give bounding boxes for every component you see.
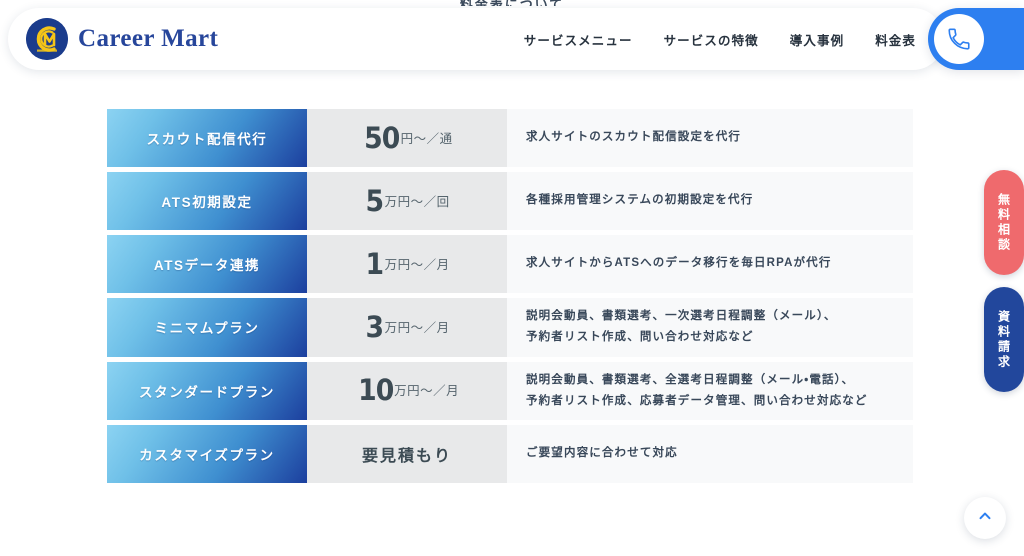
plan-price-cell: 5 万円～／回	[307, 172, 507, 230]
price-unit: 万円～／月	[394, 384, 460, 399]
nav-item-service-menu[interactable]: サービスメニュー	[524, 30, 633, 49]
scroll-to-top-button[interactable]	[964, 497, 1006, 539]
cut-off-heading-sliver: 料金表について	[0, 0, 1024, 6]
description-line: 予約者リスト作成、問い合わせ対応など	[526, 331, 754, 344]
plan-price-cell: 1 万円～／月	[307, 235, 507, 293]
plan-description-cell: 説明会動員、書類選考、一次選考日程調整（メール）、 予約者リスト作成、問い合わせ…	[507, 298, 913, 357]
price-number: 3	[365, 309, 385, 344]
plan-description-cell: 説明会動員、書類選考、全選考日程調整（メール・電話）、 予約者リスト作成、応募者…	[507, 361, 913, 421]
description-line: 各種採用管理システムの初期設定を代行	[526, 194, 754, 207]
table-row: ATS初期設定 5 万円～／回 各種採用管理システムの初期設定を代行	[107, 172, 913, 230]
price-number: 5	[365, 183, 385, 218]
plan-name-cell: スカウト配信代行	[107, 109, 307, 167]
phone-contact-button[interactable]	[928, 8, 1024, 70]
plan-name-cell: カスタマイズプラン	[107, 425, 307, 484]
description-line: 説明会動員、書類選考、一次選考日程調整（メール）、	[526, 310, 837, 322]
description-line: 予約者リスト作成、応募者データ管理、問い合わせ対応など	[526, 394, 868, 407]
description-line: ご要望内容に合わせて対応	[526, 447, 678, 460]
chevron-up-icon	[977, 508, 993, 529]
career-mart-logo-icon	[26, 18, 68, 60]
plan-price-cell: 3 万円～／月	[307, 298, 507, 357]
main-navigation: サービスメニュー サービスの特徴 導入事例 料金表	[524, 30, 922, 49]
free-consultation-tab[interactable]: 無料相談	[984, 170, 1024, 275]
site-header: Career Mart サービスメニュー サービスの特徴 導入事例 料金表	[8, 8, 944, 70]
plan-name-cell: ミニマムプラン	[107, 298, 307, 357]
price-unit: 万円～／月	[384, 320, 450, 335]
plan-name-cell: スタンダードプラン	[107, 361, 307, 421]
plan-price-cell: 要見積もり	[307, 425, 507, 484]
plan-description-cell: 求人サイトからATSへのデータ移行を毎日RPAが代行	[507, 235, 913, 293]
floating-side-tabs: 無料相談 資料請求	[984, 170, 1024, 404]
plan-name-cell: ATS初期設定	[107, 172, 307, 230]
description-line: 求人サイトのスカウト配信設定を代行	[526, 131, 742, 144]
description-line: 説明会動員、書類選考、全選考日程調整（メール・電話）、	[526, 373, 855, 386]
brand-logo-link[interactable]: Career Mart	[26, 18, 218, 60]
document-request-tab[interactable]: 資料請求	[984, 287, 1024, 392]
price-number: 10	[357, 373, 394, 408]
price-unit: 万円～／月	[384, 257, 450, 272]
plan-description-cell: 各種採用管理システムの初期設定を代行	[507, 172, 913, 230]
price-unit: 万円～／回	[384, 194, 450, 209]
phone-icon	[934, 14, 984, 64]
nav-item-pricing[interactable]: 料金表	[875, 30, 916, 49]
plan-description-cell: ご要望内容に合わせて対応	[507, 425, 913, 484]
plan-price-cell: 10 万円～／月	[307, 361, 507, 421]
price-number: 1	[365, 246, 385, 281]
plan-description-cell: 求人サイトのスカウト配信設定を代行	[507, 109, 913, 167]
table-row: スタンダードプラン 10 万円～／月 説明会動員、書類選考、全選考日程調整（メー…	[107, 361, 913, 421]
price-number: 50	[364, 120, 400, 155]
brand-name: Career Mart	[78, 25, 219, 52]
price-unit: 円～／通	[400, 131, 453, 146]
nav-item-service-features[interactable]: サービスの特徴	[664, 30, 759, 49]
header-bar: Career Mart サービスメニュー サービスの特徴 導入事例 料金表	[8, 8, 944, 70]
nav-item-case-studies[interactable]: 導入事例	[790, 30, 844, 49]
table-row: カスタマイズプラン 要見積もり ご要望内容に合わせて対応	[107, 425, 913, 484]
plan-price-cell: 50 円～／通	[307, 109, 507, 167]
plan-name-cell: ATSデータ連携	[107, 235, 307, 293]
price-quote-text: 要見積もり	[361, 448, 452, 466]
table-row: ミニマムプラン 3 万円～／月 説明会動員、書類選考、一次選考日程調整（メール）…	[107, 298, 913, 357]
table-row: ATSデータ連携 1 万円～／月 求人サイトからATSへのデータ移行を毎日RPA…	[107, 235, 913, 293]
pricing-table: スカウト配信代行 50 円～／通 求人サイトのスカウト配信設定を代行 ATS初期…	[107, 109, 913, 488]
description-line: 求人サイトからATSへのデータ移行を毎日RPAが代行	[526, 257, 832, 270]
table-row: スカウト配信代行 50 円～／通 求人サイトのスカウト配信設定を代行	[107, 109, 913, 167]
